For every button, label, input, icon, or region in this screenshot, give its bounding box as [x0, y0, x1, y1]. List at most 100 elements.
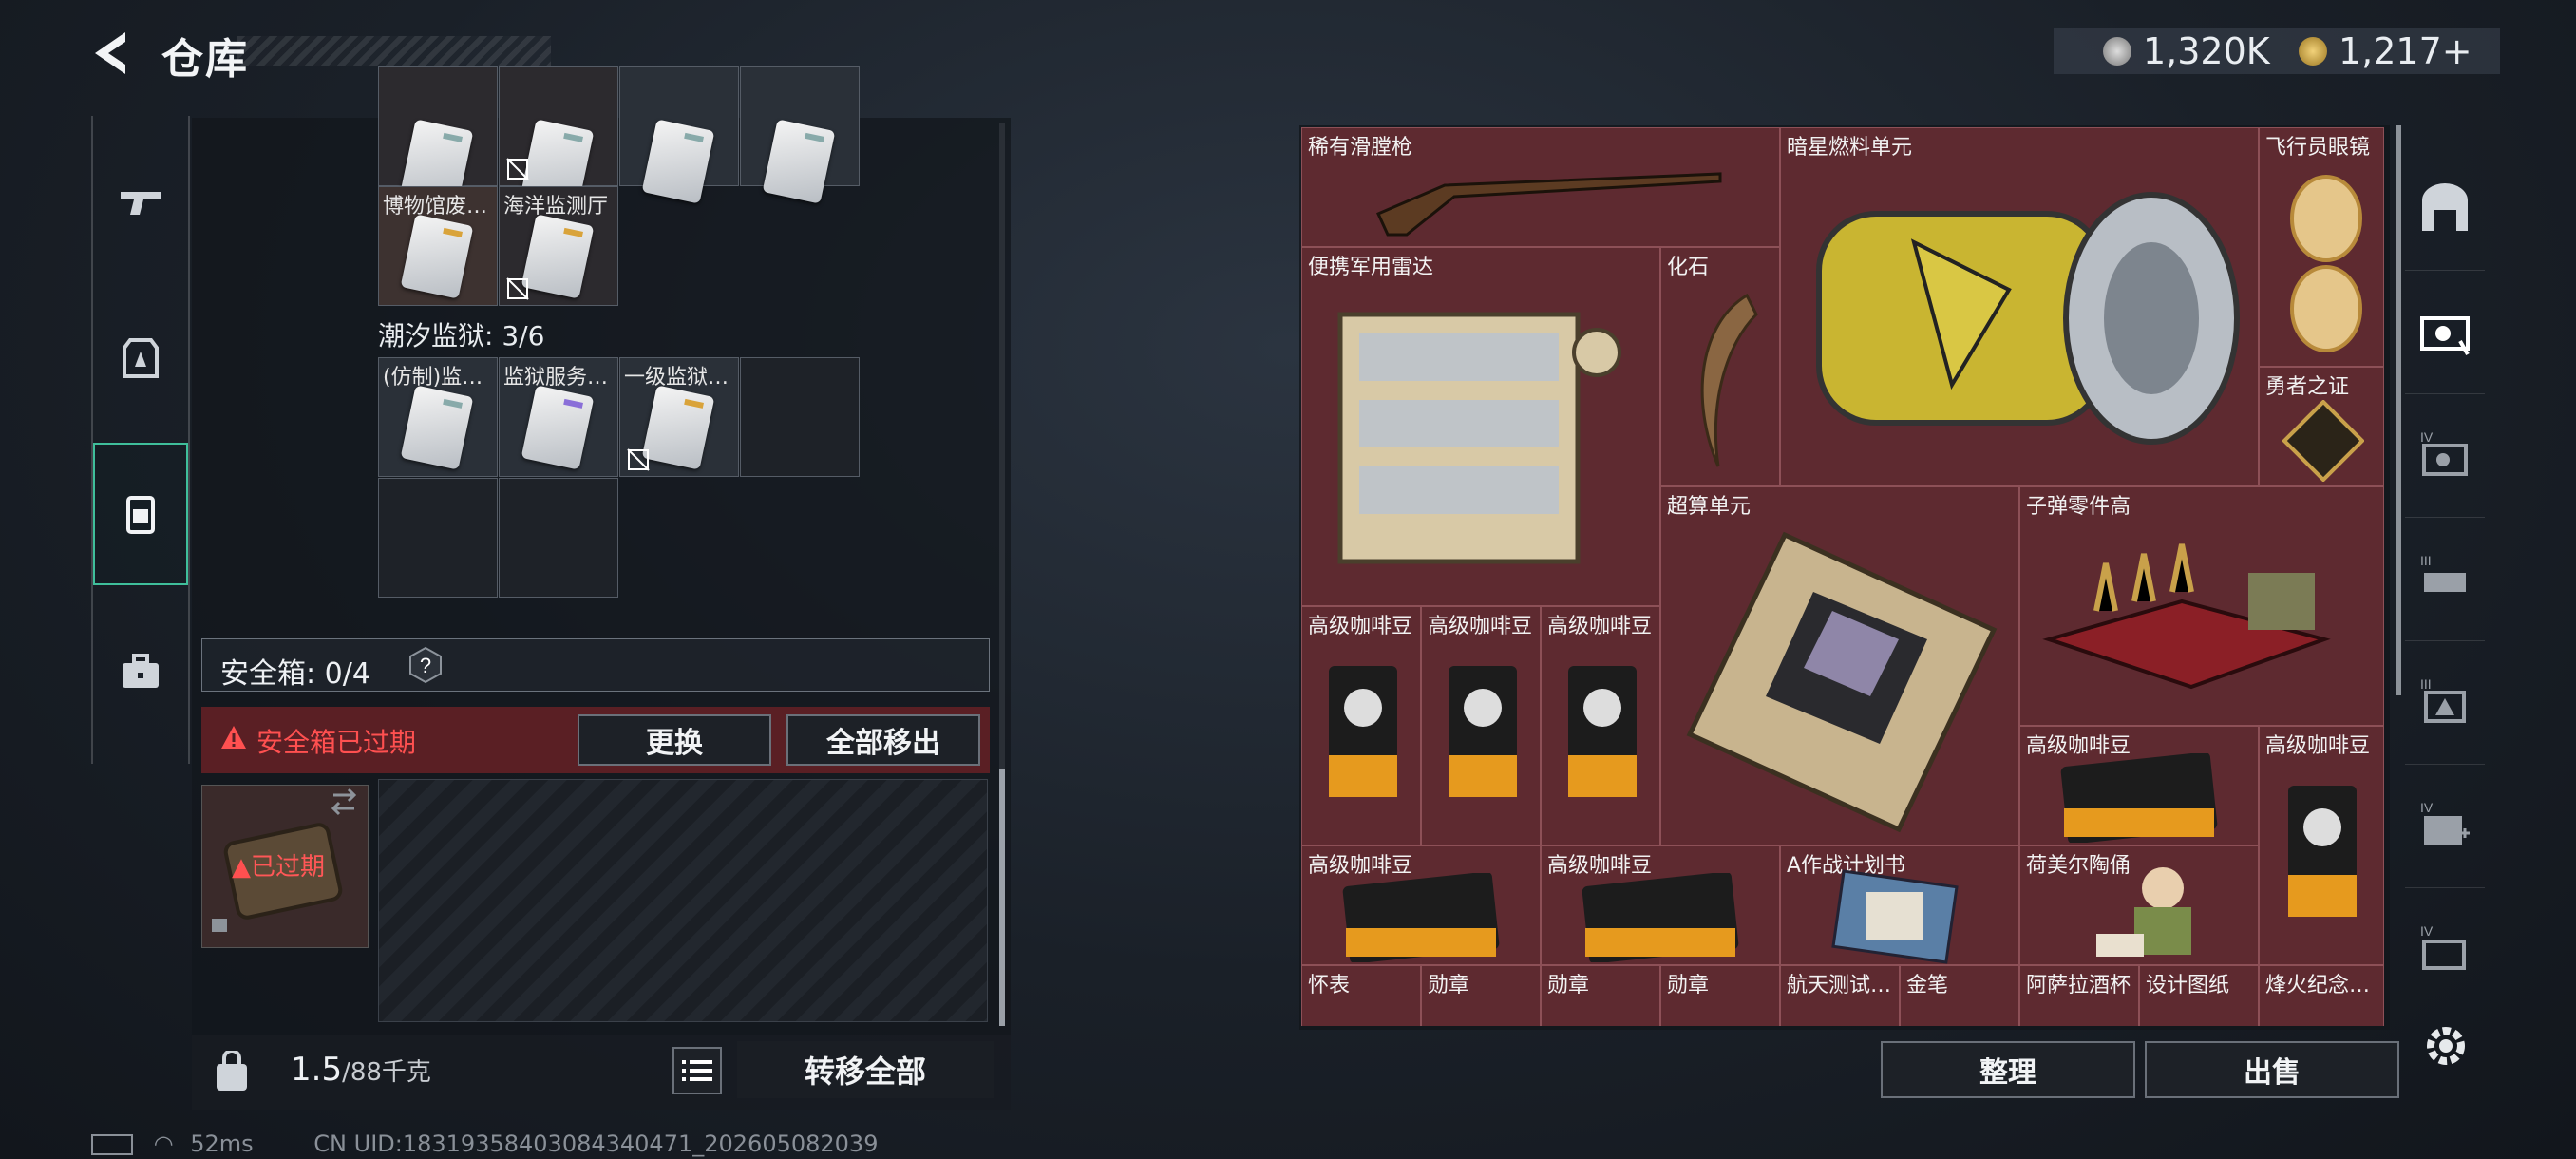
stash-item-gold-pen[interactable]: 金笔 [1900, 965, 2019, 1026]
item-label: 化石 [1667, 256, 1710, 279]
stash-scrollbar[interactable] [2396, 125, 2401, 695]
item-label: 高级咖啡豆 [1308, 615, 1413, 638]
item-label: 勋章 [1667, 974, 1710, 998]
backpack-slot[interactable] [740, 66, 860, 204]
tab-stash-5[interactable]: IV [2405, 764, 2485, 888]
tab-level: IV [2420, 800, 2434, 815]
stash-tab-III-b-icon: III [2420, 676, 2466, 723]
tab-vault[interactable] [2405, 146, 2485, 271]
stash-item-asala-cup[interactable]: 阿萨拉酒杯 [2019, 965, 2139, 1026]
list-view-button[interactable] [672, 1047, 722, 1094]
prison-slot[interactable]: (仿制)监… [378, 357, 498, 477]
list-icon [682, 1060, 712, 1081]
sell-button[interactable]: 出售 [2145, 1041, 2399, 1098]
tab-level: IV [2420, 923, 2434, 939]
stash-tab-icon [2420, 316, 2470, 355]
item-label: 暗星燃料单元 [1787, 136, 1913, 160]
backpack-slot-museum[interactable]: 博物馆废… [378, 186, 498, 306]
stash-item-supercomputer[interactable]: 超算单元 [1660, 486, 2019, 846]
empty-slot[interactable] [499, 478, 618, 598]
stash-item-musket[interactable]: 稀有滑膛枪 [1301, 127, 1780, 247]
stash-item-pilot-glasses[interactable]: 飞行员眼镜 [2259, 127, 2384, 367]
backpack-slot[interactable] [619, 66, 739, 204]
replace-button[interactable]: 更换 [578, 714, 771, 766]
tab-stash-3[interactable]: III [2405, 517, 2485, 641]
stash-item-bullet-parts[interactable]: 子弹零件高 [2019, 486, 2384, 726]
help-mark: ? [420, 654, 431, 677]
stash-item-medal[interactable]: 勋章 [1541, 965, 1660, 1026]
settings-button[interactable] [2420, 1020, 2472, 1072]
stash-item-fossil[interactable]: 化石 [1660, 247, 1780, 486]
secure-case-grid[interactable] [378, 779, 988, 1022]
warning-icon: ▲ [232, 853, 251, 882]
stash-item-memorial[interactable]: 烽火纪念… [2259, 965, 2384, 1026]
prison-slot[interactable]: 一级监狱… [619, 357, 739, 477]
tab-level: III [2420, 676, 2432, 692]
stash-item-brave-badge[interactable]: 勇者之证 [2259, 367, 2384, 486]
backpack-slot[interactable] [499, 66, 618, 204]
tab-stash-6[interactable]: IV [2405, 887, 2485, 1011]
sort-button[interactable]: 整理 [1881, 1041, 2135, 1098]
transfer-all-button[interactable]: 转移全部 [737, 1041, 994, 1098]
wifi-icon: ◠ [153, 1130, 174, 1157]
item-label: 超算单元 [1667, 495, 1752, 519]
stash-item-figurine[interactable]: 荷美尔陶俑 [2019, 846, 2259, 965]
item-label: 勋章 [1428, 974, 1470, 998]
radar-icon [1337, 312, 1621, 564]
armor-icon [123, 338, 159, 378]
tab-stash-4[interactable]: III [2405, 640, 2485, 765]
backpack-slot-ocean[interactable]: 海洋监测厅 [499, 186, 618, 306]
stash-item-coffee[interactable]: 高级咖啡豆 [1301, 606, 1421, 846]
backpack-slot[interactable] [378, 66, 498, 204]
item-label: 勋章 [1547, 974, 1590, 998]
figurine-icon [2096, 867, 2191, 957]
carry-weight: 1.5/88千克 [291, 1051, 431, 1089]
stash-item-coffee[interactable]: 高级咖啡豆 [2019, 726, 2259, 846]
stash-item-coffee[interactable]: 高级咖啡豆 [1421, 606, 1541, 846]
item-label: 航天测试… [1787, 974, 1892, 998]
silver-amount: 1,320K [2143, 30, 2270, 72]
stash-item-medal[interactable]: 勋章 [1660, 965, 1780, 1026]
help-icon[interactable]: ? [407, 646, 445, 684]
stash-item-medal[interactable]: 勋章 [1421, 965, 1541, 1026]
silver-currency: 1,320K [2103, 28, 2270, 74]
stash-item-coffee[interactable]: 高级咖啡豆 [1541, 846, 1780, 965]
rail-armor[interactable] [93, 287, 188, 429]
stash-item-fuel-cell[interactable]: 暗星燃料单元 [1780, 127, 2259, 486]
item-label: (仿制)监… [383, 366, 483, 390]
back-button[interactable] [87, 27, 135, 80]
item-label: 博物馆废… [383, 195, 488, 218]
move-all-out-button[interactable]: 全部移出 [786, 714, 980, 766]
stash-item-coffee[interactable]: 高级咖啡豆 [1301, 846, 1541, 965]
stash-item-blueprint[interactable]: 设计图纸 [2139, 965, 2259, 1026]
battle-plan-icon [1831, 869, 1959, 964]
item-label: 一级监狱… [624, 366, 729, 390]
weight-capacity: /88千克 [342, 1058, 431, 1087]
coffee-bag-icon [1329, 666, 1397, 797]
rail-weapon[interactable] [93, 131, 188, 274]
item-label: 子弹零件高 [2026, 495, 2131, 519]
stash-item-coffee[interactable]: 高级咖啡豆 [2259, 726, 2384, 965]
user-uid: CN UID:18319358403084340471_202605082039 [313, 1130, 879, 1157]
prison-slot[interactable]: 监狱服务… [499, 357, 618, 477]
empty-slot[interactable] [378, 478, 498, 598]
tab-stash-1[interactable] [2405, 270, 2485, 394]
empty-slot[interactable] [740, 357, 860, 477]
stash-item-pocket-watch[interactable]: 怀表 [1301, 965, 1421, 1026]
item-label: 怀表 [1308, 974, 1351, 998]
rail-backpack[interactable] [93, 443, 188, 585]
stash-item-radar[interactable]: 便携军用雷达 [1301, 247, 1660, 606]
tab-stash-2[interactable]: IV [2405, 393, 2485, 518]
prison-keys-label: 潮汐监狱: 3/6 [378, 320, 545, 352]
stash-item-battle-plan[interactable]: A作战计划书 [1780, 846, 2019, 965]
stash-item-coffee[interactable]: 高级咖啡豆 [1541, 606, 1660, 846]
backpack-scroll-thumb[interactable] [999, 770, 1005, 1026]
item-label: 高级咖啡豆 [2265, 734, 2371, 758]
item-label: 海洋监测厅 [503, 195, 609, 218]
rail-case[interactable] [93, 600, 188, 743]
stash-tab-III-icon: III [2420, 553, 2466, 592]
stash-item-aerospace-test[interactable]: 航天测试… [1780, 965, 1900, 1026]
coffee-bag-icon [1582, 873, 1739, 962]
item-label: 烽火纪念… [2265, 974, 2371, 998]
case-expired-label: ▲已过期 [232, 847, 325, 883]
